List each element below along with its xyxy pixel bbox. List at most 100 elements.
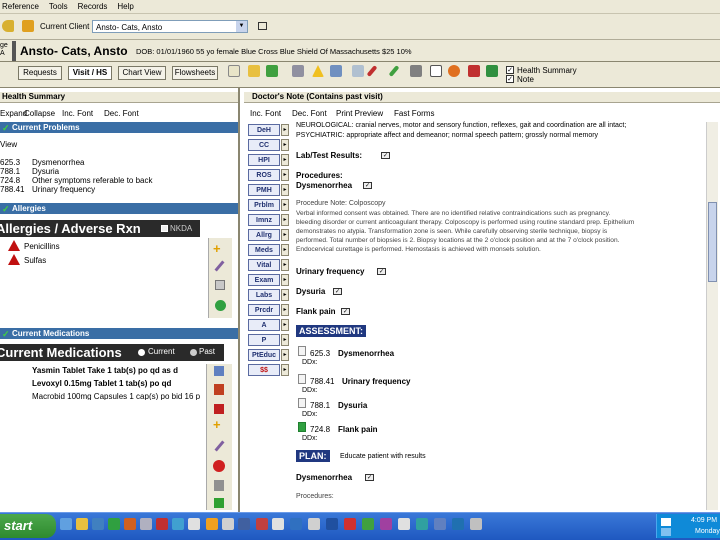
section-arrow[interactable]: ▸ xyxy=(281,244,289,256)
assessment-diagnosis[interactable]: Dysuria xyxy=(338,401,367,410)
forward-icon[interactable] xyxy=(214,498,224,508)
meds-past-radio[interactable] xyxy=(190,349,197,356)
app-icon[interactable] xyxy=(362,518,374,530)
window-restore-icon[interactable] xyxy=(258,22,267,30)
chart-icon[interactable] xyxy=(330,65,342,77)
plan-checkbox[interactable]: ✓ xyxy=(365,474,374,481)
section-arrow[interactable]: ▸ xyxy=(281,184,289,196)
problem-name[interactable]: Other symptoms referable to back xyxy=(32,176,153,185)
globe-icon[interactable] xyxy=(215,300,226,311)
collapse-link[interactable]: Collapse xyxy=(24,109,55,118)
finding-checkbox[interactable]: ✓ xyxy=(333,288,342,295)
app-icon[interactable] xyxy=(326,518,338,530)
section-arrow[interactable]: ▸ xyxy=(281,154,289,166)
app-icon[interactable] xyxy=(470,518,482,530)
print-preview-link[interactable]: Print Preview xyxy=(336,109,383,118)
section-button-imnz[interactable]: Imnz xyxy=(248,214,280,226)
section-button-vital[interactable]: Vital xyxy=(248,259,280,271)
section-arrow[interactable]: ▸ xyxy=(281,169,289,181)
add-icon[interactable]: + xyxy=(213,241,221,256)
pencil-icon[interactable] xyxy=(214,440,225,452)
note-body[interactable]: NEUROLOGICAL: cranial nerves, motor and … xyxy=(296,120,716,512)
app-icon[interactable] xyxy=(398,518,410,530)
section-button-hpi[interactable]: HPI xyxy=(248,154,280,166)
section-button-prcdr[interactable]: Prcdr xyxy=(248,304,280,316)
app-icon[interactable] xyxy=(156,518,168,530)
mail-icon[interactable] xyxy=(430,65,442,77)
app-icon[interactable] xyxy=(188,518,200,530)
document-icon[interactable] xyxy=(298,422,306,432)
note-checkbox[interactable]: ✓ xyxy=(506,75,514,83)
app-icon[interactable] xyxy=(108,518,120,530)
rx-pen-icon[interactable] xyxy=(366,65,378,77)
tools-icon[interactable] xyxy=(410,65,422,77)
finding-checkbox[interactable]: ✓ xyxy=(341,308,350,315)
assessment-diagnosis[interactable]: Dysmenorrhea xyxy=(338,349,394,358)
document-icon[interactable] xyxy=(298,346,306,356)
section-arrow[interactable]: ▸ xyxy=(281,304,289,316)
export-icon[interactable] xyxy=(486,65,498,77)
section-arrow[interactable]: ▸ xyxy=(281,229,289,241)
pencil-icon[interactable] xyxy=(214,260,225,272)
pill-icon[interactable] xyxy=(214,366,224,376)
app-icon[interactable] xyxy=(238,518,250,530)
gear-icon[interactable] xyxy=(448,65,460,77)
stop-icon[interactable] xyxy=(213,460,225,472)
scrollbar-thumb[interactable] xyxy=(708,202,717,282)
warning-icon[interactable] xyxy=(312,65,324,77)
app-icon[interactable] xyxy=(434,518,446,530)
app-icon[interactable] xyxy=(272,518,284,530)
section-arrow[interactable]: ▸ xyxy=(281,199,289,211)
procedure-checkbox[interactable]: ✓ xyxy=(363,182,372,189)
current-medications-bar[interactable]: Current Medications xyxy=(0,328,238,339)
note-scrollbar[interactable] xyxy=(706,122,718,510)
section-arrow[interactable]: ▸ xyxy=(281,274,289,286)
section-button-labs[interactable]: Labs xyxy=(248,289,280,301)
mail-icon[interactable] xyxy=(661,518,671,526)
lab-results-checkbox[interactable]: ✓ xyxy=(381,152,390,159)
dec-font-link[interactable]: Dec. Font xyxy=(292,109,327,118)
current-problems-bar[interactable]: Current Problems xyxy=(0,122,238,133)
document-icon[interactable] xyxy=(298,374,306,384)
allergies-bar[interactable]: Allergies xyxy=(0,203,238,214)
meds-current-radio[interactable] xyxy=(138,349,145,356)
add-icon[interactable]: + xyxy=(213,417,221,432)
app-icon[interactable] xyxy=(452,518,464,530)
current-client-select[interactable]: Ansto- Cats, Ansto ▼ xyxy=(92,20,248,33)
desktop-icon[interactable] xyxy=(92,518,104,530)
problem-name[interactable]: Dysuria xyxy=(32,167,59,176)
key-icon[interactable] xyxy=(2,20,14,32)
section-arrow[interactable]: ▸ xyxy=(281,349,289,361)
medication-item[interactable]: Macrobid 100mg Capsules 1 cap(s) po bid … xyxy=(32,392,200,400)
section-arrow[interactable]: ▸ xyxy=(281,319,289,331)
section-button-billing[interactable]: $$ xyxy=(248,364,280,376)
tab-visit-hs[interactable]: Visit / HS xyxy=(68,66,112,80)
clock-time[interactable]: 4:09 PM xyxy=(691,517,717,524)
tab-flowsheets[interactable]: Flowsheets xyxy=(172,66,218,80)
app-icon[interactable] xyxy=(172,518,184,530)
section-arrow[interactable]: ▸ xyxy=(281,364,289,376)
finding-checkbox[interactable]: ✓ xyxy=(377,268,386,275)
app-icon[interactable] xyxy=(222,518,234,530)
ie-icon[interactable] xyxy=(60,518,72,530)
app-icon[interactable] xyxy=(256,518,268,530)
app-icon[interactable] xyxy=(308,518,320,530)
list-icon[interactable] xyxy=(215,280,225,290)
menu-help[interactable]: Help xyxy=(117,2,133,11)
print-icon[interactable] xyxy=(292,65,304,77)
app-icon[interactable] xyxy=(206,518,218,530)
check-icon[interactable] xyxy=(266,65,278,77)
app-icon[interactable] xyxy=(124,518,136,530)
fast-forms-link[interactable]: Fast Forms xyxy=(394,109,434,118)
allergy-item[interactable]: Sulfas xyxy=(24,256,46,265)
menu-reference[interactable]: Reference xyxy=(2,2,39,11)
calculator-icon[interactable] xyxy=(468,65,480,77)
app-icon[interactable] xyxy=(416,518,428,530)
app-icon[interactable] xyxy=(380,518,392,530)
dec-font-link[interactable]: Dec. Font xyxy=(104,109,139,118)
problem-name[interactable]: Urinary frequency xyxy=(32,185,95,194)
search-patient-icon[interactable] xyxy=(22,20,34,32)
allergy-item[interactable]: Penicillins xyxy=(24,242,60,251)
document-icon[interactable] xyxy=(298,398,306,408)
folder-icon[interactable] xyxy=(76,518,88,530)
